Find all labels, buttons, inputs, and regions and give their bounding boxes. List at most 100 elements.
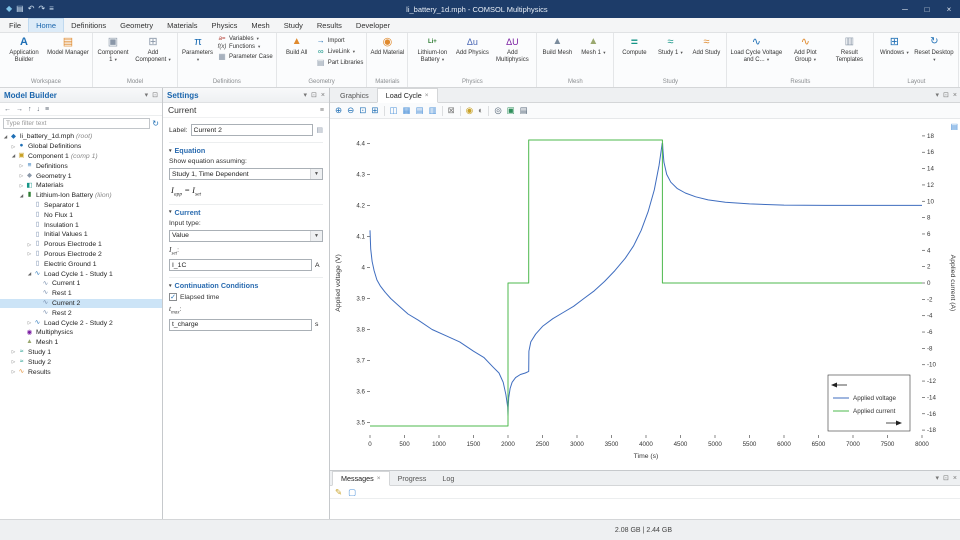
collapsed-arrow-icon[interactable]: ▷ (10, 359, 17, 365)
zoom-extents-icon[interactable]: ⊡ (359, 106, 366, 115)
add-material-button[interactable]: ◉Add Material (370, 34, 404, 77)
build-mesh-button[interactable]: ▲Build Mesh (540, 34, 574, 77)
table-view-icon[interactable]: ▤ (416, 106, 424, 115)
menu-physics[interactable]: Physics (205, 18, 245, 32)
add-multiphysics-button[interactable]: ΔUAdd Multiphysics (491, 34, 533, 77)
tree-item-load-cycle-1-study-1[interactable]: ◢∿Load Cycle 1 - Study 1 (0, 269, 162, 279)
plot-region[interactable]: 0500100015002000250030003500400045005000… (330, 119, 960, 470)
chevron-down-icon[interactable]: ▾ (936, 91, 940, 99)
menu-materials[interactable]: Materials (160, 18, 204, 32)
menu-developer[interactable]: Developer (349, 18, 397, 32)
minimize-button[interactable]: ─ (894, 0, 916, 18)
collapsed-arrow-icon[interactable]: ▷ (26, 320, 33, 326)
tree-item-study-1[interactable]: ▷≈Study 1 (0, 348, 162, 358)
tree-item-porous-electrode-2[interactable]: ▷▯Porous Electrode 2 (0, 250, 162, 260)
tree-item-electric-ground-1[interactable]: ▯Electric Ground 1 (0, 259, 162, 269)
part-libraries-button[interactable]: ▤Part Libraries (316, 58, 364, 67)
reset-desktop-button[interactable]: ↻Reset Desktop ▾ (913, 34, 955, 77)
redo-icon[interactable]: ↷ (38, 5, 45, 13)
parameters-button[interactable]: πParameters ▾ (181, 34, 215, 77)
zoom-out-icon[interactable]: ⊖ (347, 106, 354, 115)
chevron-down-icon[interactable]: ▾ (145, 91, 149, 99)
color-theme-icon[interactable]: ◉ (466, 106, 473, 115)
tree-item-mesh-1[interactable]: ▲Mesh 1 (0, 338, 162, 348)
menu-geometry[interactable]: Geometry (113, 18, 160, 32)
zoom-box-icon[interactable]: ⊞ (371, 106, 378, 115)
expanded-arrow-icon[interactable]: ◢ (18, 193, 25, 199)
label-input[interactable] (191, 124, 314, 136)
build-all-button[interactable]: ▲Build All (280, 34, 314, 77)
component-1-button[interactable]: ▣Component 1 ▾ (96, 34, 130, 77)
zoom-in-icon[interactable]: ⊕ (335, 106, 342, 115)
close-tab-icon[interactable]: × (377, 475, 381, 482)
continuation-section-header[interactable]: ▾ Continuation Conditions (169, 281, 323, 290)
model-tree-options-icon[interactable]: ≡ (45, 106, 49, 113)
menu-study[interactable]: Study (277, 18, 310, 32)
study-1-button[interactable]: ≈Study 1 ▾ (653, 34, 687, 77)
chevron-down-icon[interactable]: ▾ (304, 91, 308, 99)
tree-item-initial-values-1[interactable]: ▯Initial Values 1 (0, 230, 162, 240)
float-panel-icon[interactable]: ⊡ (152, 91, 158, 99)
tree-item-definitions[interactable]: ▷≡Definitions (0, 161, 162, 171)
tree-item-multiphysics[interactable]: ◉Multiphysics (0, 328, 162, 338)
tree-item-rest-1[interactable]: ∿Rest 1 (0, 289, 162, 299)
tab-log[interactable]: Log (434, 471, 462, 485)
tree-item-current-1[interactable]: ∿Current 1 (0, 279, 162, 289)
expanded-arrow-icon[interactable]: ◢ (2, 134, 9, 140)
grid-view-icon[interactable]: ▦ (403, 106, 411, 115)
mesh-1-button[interactable]: ▲Mesh 1 ▾ (576, 34, 610, 77)
import-button[interactable]: →Import (316, 36, 364, 45)
lock-axes-icon[interactable]: ⊠ (448, 106, 455, 115)
menu-results[interactable]: Results (310, 18, 349, 32)
transparency-icon[interactable]: ◐ (478, 106, 483, 115)
options-icon[interactable]: ≡ (49, 5, 54, 13)
move-down-icon[interactable]: ↓ (37, 106, 41, 113)
current-section-header[interactable]: ▾ Current (169, 208, 323, 217)
copy-log-icon[interactable]: ▢ (348, 488, 356, 497)
tab-messages[interactable]: Messages× (332, 471, 390, 486)
tree-item-lithium-ion-battery[interactable]: ◢▮Lithium-Ion Battery(liion) (0, 191, 162, 201)
tree-item-geometry-1[interactable]: ▷◆Geometry 1 (0, 171, 162, 181)
input-type-dropdown[interactable]: Value ▼ (169, 230, 323, 242)
load-cycle-voltage-and-c-button[interactable]: ∿Load Cycle Voltage and C... ▾ (730, 34, 782, 77)
rename-icon[interactable]: ▤ (316, 126, 323, 134)
back-icon[interactable]: ← (4, 106, 11, 113)
tree-item-separator-1[interactable]: ▯Separator 1 (0, 201, 162, 211)
filter-input[interactable] (3, 118, 150, 129)
settings-menu-icon[interactable]: ≡ (320, 107, 324, 114)
tree-item-no-flux-1[interactable]: ▯No Flux 1 (0, 210, 162, 220)
maximize-button[interactable]: □ (916, 0, 938, 18)
float-panel-icon[interactable]: ⊡ (943, 474, 949, 482)
collapsed-arrow-icon[interactable]: ▷ (18, 163, 25, 169)
menu-file[interactable]: File (2, 18, 28, 32)
tree-item-study-2[interactable]: ▷≈Study 2 (0, 357, 162, 367)
variables-button[interactable]: a=Variables▾ (217, 36, 273, 42)
tree-item-insulation-1[interactable]: ▯Insulation 1 (0, 220, 162, 230)
add-physics-button[interactable]: ΔuAdd Physics (455, 34, 489, 77)
tree-item-li-battery-1d-mph[interactable]: ◢◆li_battery_1d.mph(root) (0, 132, 162, 142)
collapsed-arrow-icon[interactable]: ▷ (10, 369, 17, 375)
menu-definitions[interactable]: Definitions (64, 18, 113, 32)
application-builder-button[interactable]: AApplication Builder (3, 34, 45, 77)
annotation-view-icon[interactable]: ▥ (429, 106, 437, 115)
float-panel-icon[interactable]: ⊡ (943, 91, 949, 99)
print-icon[interactable]: ▤ (520, 106, 528, 115)
tab-graphics[interactable]: Graphics (332, 88, 377, 102)
tree-item-materials[interactable]: ▷◧Materials (0, 181, 162, 191)
parameter-case-button[interactable]: ▦Parameter Case (217, 52, 273, 61)
chevron-down-icon[interactable]: ▾ (936, 474, 940, 482)
add-study-button[interactable]: ≈Add Study (689, 34, 723, 77)
menu-home[interactable]: Home (28, 18, 64, 32)
move-up-icon[interactable]: ↑ (28, 106, 32, 113)
collapsed-arrow-icon[interactable]: ▷ (18, 173, 25, 179)
collapsed-arrow-icon[interactable]: ▷ (10, 349, 17, 355)
forward-icon[interactable]: → (16, 106, 23, 113)
close-panel-icon[interactable]: × (953, 475, 957, 482)
windows-button[interactable]: ⊞Windows ▾ (877, 34, 911, 77)
comsol-logo-icon[interactable]: ◆ (6, 5, 12, 13)
lithium-ion-battery-button[interactable]: Li+Lithium-Ion Battery ▾ (411, 34, 453, 77)
undo-icon[interactable]: ↶ (28, 5, 35, 13)
refresh-icon[interactable]: ↻ (152, 119, 159, 128)
tree-item-rest-2[interactable]: ∿Rest 2 (0, 308, 162, 318)
tree-item-porous-electrode-1[interactable]: ▷▯Porous Electrode 1 (0, 240, 162, 250)
